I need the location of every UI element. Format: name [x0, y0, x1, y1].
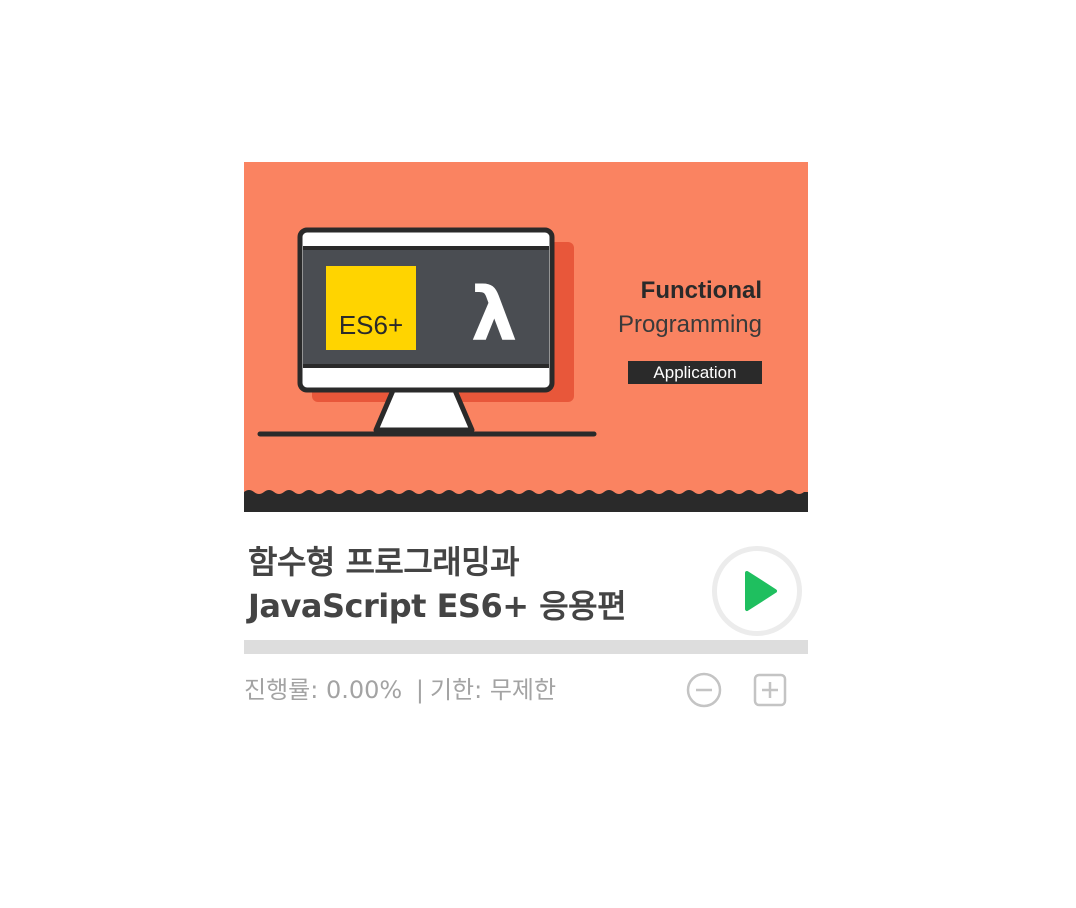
progress-label: 진행률: — [244, 676, 319, 704]
course-meta: 진행률: 0.00% | 기한: 무제한 — [244, 670, 556, 705]
course-title-line-2: JavaScript ES6+ 응용편 — [248, 587, 627, 625]
course-title-line-1: 함수형 프로그래밍과 — [248, 543, 520, 581]
course-card: ES6+ λ Functional Programming Applicatio… — [244, 162, 808, 714]
thumbnail-heading-2: Programming — [618, 311, 762, 338]
decrease-button[interactable] — [686, 672, 722, 708]
thumbnail-heading-1: Functional — [641, 277, 762, 304]
play-icon — [745, 571, 777, 611]
play-button[interactable] — [712, 546, 802, 636]
lambda-icon: λ — [471, 272, 518, 358]
course-title[interactable]: 함수형 프로그래밍과 JavaScript ES6+ 응용편 — [248, 540, 698, 628]
course-thumbnail[interactable]: ES6+ λ Functional Programming Applicatio… — [244, 162, 808, 512]
deadline-label: 기한: — [429, 676, 483, 704]
progress-bar — [244, 640, 808, 654]
deadline-value: 무제한 — [489, 676, 557, 704]
meta-separator: | — [415, 676, 424, 704]
thumbnail-illustration: ES6+ λ Functional Programming Applicatio… — [244, 162, 808, 512]
thumbnail-tag: Application — [653, 363, 736, 382]
progress-value: 0.00% — [325, 676, 403, 704]
minus-circle-icon — [686, 672, 722, 708]
increase-button[interactable] — [752, 672, 788, 708]
es6-badge-text: ES6+ — [339, 310, 403, 340]
plus-square-icon — [753, 673, 787, 707]
